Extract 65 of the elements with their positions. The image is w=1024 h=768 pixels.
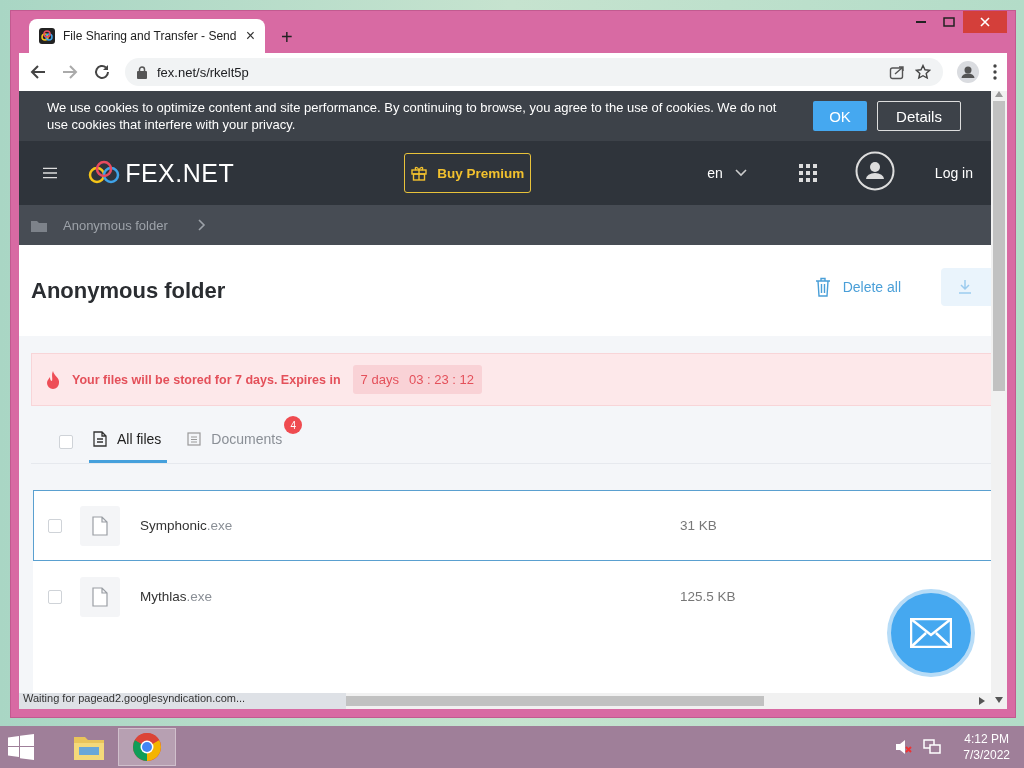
back-icon[interactable] [29, 63, 47, 81]
minimize-icon [916, 21, 926, 23]
menu-icon[interactable] [43, 166, 58, 180]
address-bar[interactable]: fex.net/s/rkelt5p [125, 58, 943, 86]
file-row[interactable]: Mythlas.exe 125.5 KB [33, 561, 991, 632]
login-link[interactable]: Log in [928, 164, 979, 182]
details-button[interactable]: Details [877, 101, 961, 131]
share-icon[interactable] [889, 64, 905, 80]
star-icon[interactable] [915, 64, 931, 80]
windows-start-icon[interactable] [8, 734, 34, 760]
muted-speaker-icon[interactable] [895, 739, 914, 755]
gift-icon [411, 165, 428, 181]
chevron-right-icon [197, 219, 206, 231]
url-text: fex.net/s/rkelt5p [157, 64, 249, 80]
forward-icon[interactable] [61, 63, 79, 81]
vertical-scrollbar[interactable] [991, 91, 1007, 709]
count-badge: 4 [284, 416, 303, 434]
browser-tab[interactable]: File Sharing and Transfer - Send × [29, 19, 265, 53]
file-row[interactable]: Symphonic.exe 31 KB [33, 490, 991, 561]
scroll-down-icon [995, 697, 1003, 703]
text-lines-icon [187, 432, 202, 446]
filter-tab[interactable]: All files [89, 406, 168, 463]
close-window-button[interactable] [963, 11, 1007, 33]
network-icon[interactable] [923, 739, 942, 755]
apps-grid-icon[interactable] [798, 164, 817, 182]
close-icon [980, 17, 990, 27]
chevron-down-icon [734, 169, 747, 177]
reload-icon[interactable] [93, 63, 111, 81]
clock[interactable]: 4:12 PM 7/3/2022 [963, 731, 1010, 763]
folder-icon [31, 218, 47, 232]
expiry-notice: Your files will be stored for 7 days. Expires in [72, 372, 341, 387]
scroll-right-icon [979, 697, 985, 705]
file-name[interactable]: Mythlas.exe [140, 589, 680, 604]
user-avatar-icon[interactable] [854, 151, 895, 191]
file-size: 31 KB [680, 518, 717, 533]
file-icon [92, 586, 108, 607]
file-icon [92, 515, 108, 536]
file-checkbox[interactable] [48, 589, 62, 604]
lock-icon [137, 65, 147, 79]
more-menu-icon[interactable] [993, 64, 997, 80]
new-tab-button[interactable]: + [275, 26, 299, 49]
close-tab-button[interactable]: × [245, 27, 255, 45]
file-size: 125.5 KB [680, 589, 736, 604]
language-selector[interactable]: en [701, 164, 753, 182]
tab-title: File Sharing and Transfer - Send [63, 29, 238, 43]
logo-text[interactable]: FEX.NET [125, 158, 235, 188]
file-checkbox[interactable] [48, 518, 62, 533]
profile-avatar-icon[interactable] [957, 61, 979, 83]
folder-title: Anonymous folder [31, 277, 227, 304]
chrome-icon [132, 732, 162, 762]
file-name[interactable]: Symphonic.exe [140, 518, 680, 533]
download-icon [959, 279, 971, 294]
maximize-icon [943, 17, 955, 27]
flame-icon [46, 370, 60, 389]
site-favicon-icon [39, 28, 55, 44]
cookie-notice: We use cookies to optimize content and site performance. By continuing to browse, you agree to the use of cookies. We do not use cookies that interfere with your privacy. [47, 99, 778, 133]
days-remaining: 7 days [360, 372, 399, 387]
document-icon [93, 431, 107, 447]
select-all-checkbox[interactable] [59, 434, 73, 449]
horizontal-scrollbar[interactable] [346, 693, 991, 709]
trash-icon [814, 276, 831, 297]
countdown-timer: 03 : 23 : 12 [408, 372, 474, 387]
mail-icon [910, 618, 952, 648]
taskbar-app[interactable] [118, 728, 176, 766]
buy-premium-button[interactable]: Buy Premium [404, 153, 532, 193]
